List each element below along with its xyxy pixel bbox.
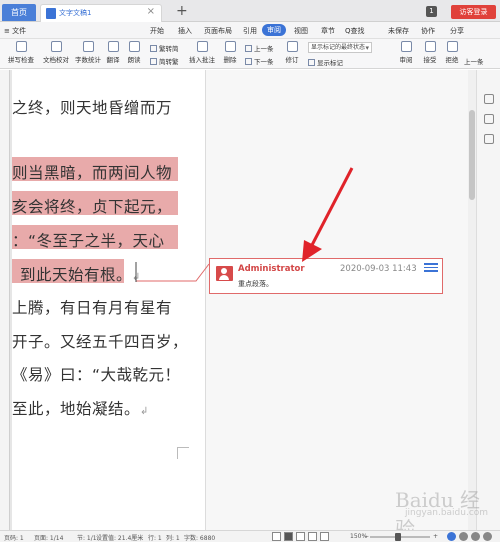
outline-view-icon[interactable] [296, 532, 305, 541]
zoom-out-button[interactable]: − [364, 533, 369, 540]
watermark-url: jingyan.baidu.com [405, 508, 489, 518]
status-col: 列: 1 [166, 535, 180, 542]
input-method-icon[interactable] [447, 532, 456, 541]
read-view-icon[interactable] [320, 532, 329, 541]
tray-icon[interactable] [483, 532, 492, 541]
status-page[interactable]: 页码: 1 [4, 533, 24, 542]
format-icon[interactable] [484, 134, 494, 144]
scrollbar-thumb[interactable] [469, 110, 475, 200]
page-view-icon[interactable] [284, 532, 293, 541]
web-view-icon[interactable] [308, 532, 317, 541]
right-side-panel [476, 70, 500, 530]
arrow-shaft [309, 167, 354, 248]
status-section: 节: 1/1 [77, 535, 97, 542]
status-row: 行: 1 [148, 535, 162, 542]
tray-icon[interactable] [459, 532, 468, 541]
eye-icon[interactable] [272, 532, 281, 541]
tray-icon[interactable] [471, 532, 480, 541]
zoom-slider-knob[interactable] [395, 533, 401, 541]
zoom-in-button[interactable]: + [433, 533, 438, 540]
annotation-arrow [302, 167, 354, 262]
status-bar: 页码: 1 页面: 1/14 节: 1/1 设置值: 21.4厘米 行: 1 列… [0, 530, 500, 542]
status-position: 设置值: 21.4厘米 [96, 535, 144, 542]
status-words[interactable]: 字数: 6880 [184, 533, 215, 542]
adjust-icon[interactable] [484, 114, 494, 124]
edit-icon[interactable] [484, 94, 494, 104]
status-pages[interactable]: 页面: 1/14 [34, 533, 63, 542]
vertical-scrollbar[interactable] [468, 70, 476, 530]
